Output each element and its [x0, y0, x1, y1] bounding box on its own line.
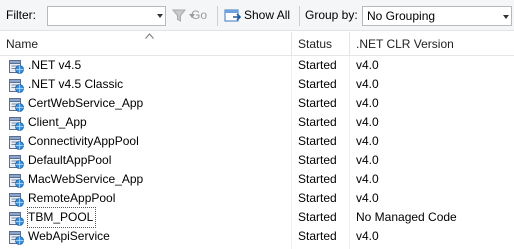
- app-pool-name: CertWebService_App: [28, 96, 144, 110]
- column-header-status[interactable]: Status: [292, 32, 349, 55]
- status-cell: Started: [298, 58, 337, 72]
- toolbar-divider: [299, 6, 300, 26]
- filter-label: Filter:: [6, 8, 36, 22]
- column-header-clr-version[interactable]: .NET CLR Version: [350, 32, 514, 55]
- group-by-label: Group by:: [305, 8, 358, 22]
- app-pool-icon: [9, 193, 24, 207]
- clr-version-cell: v4.0: [356, 58, 379, 72]
- status-cell: Started: [298, 96, 337, 110]
- status-cell: Started: [298, 191, 337, 205]
- status-cell: Started: [298, 229, 337, 243]
- app-pool-icon: [9, 136, 24, 150]
- table-row[interactable]: ConnectivityAppPool Started v4.0: [0, 132, 514, 151]
- clr-version-cell: v4.0: [356, 153, 379, 167]
- app-pool-name: WebApiService: [28, 229, 110, 243]
- app-pool-icon: [9, 98, 24, 112]
- table-row[interactable]: TBM_POOL Started No Managed Code: [0, 207, 514, 228]
- app-pool-icon: [9, 155, 24, 169]
- table-row[interactable]: MacWebService_App Started v4.0: [0, 170, 514, 189]
- table-row[interactable]: .NET v4.5 Started v4.0: [0, 56, 514, 75]
- clr-version-cell: v4.0: [356, 77, 379, 91]
- status-cell: Started: [298, 172, 337, 186]
- filter-input[interactable]: [47, 6, 166, 26]
- toolbar-divider: [217, 6, 218, 26]
- filter-funnel-icon: [172, 9, 187, 22]
- go-label: Go: [191, 8, 208, 22]
- clr-version-cell: No Managed Code: [356, 210, 457, 224]
- filter-dropdown-chevron-icon[interactable]: [157, 14, 163, 18]
- app-pool-name: Client_App: [28, 115, 87, 129]
- column-header-row: Name Status .NET CLR Version: [0, 32, 514, 56]
- app-pool-icon: [9, 60, 24, 74]
- app-pool-name: ConnectivityAppPool: [28, 134, 139, 148]
- app-pool-icon: [9, 231, 24, 245]
- group-by-chevron-icon: [503, 15, 509, 19]
- clr-version-cell: v4.0: [356, 191, 379, 205]
- app-pool-name: .NET v4.5: [28, 58, 82, 72]
- table-row[interactable]: RemoteAppPool Started v4.0: [0, 189, 514, 208]
- app-pool-icon: [9, 212, 24, 226]
- table-row[interactable]: Client_App Started v4.0: [0, 113, 514, 132]
- status-cell: Started: [298, 134, 337, 148]
- filter-toolbar: Filter: Go Show All Group by: No Groupin…: [0, 0, 514, 31]
- status-cell: Started: [298, 153, 337, 167]
- app-pool-name: TBM_POOL: [26, 207, 97, 228]
- status-cell: Started: [298, 77, 337, 91]
- table-row[interactable]: DefaultAppPool Started v4.0: [0, 151, 514, 170]
- app-pool-icon: [9, 174, 24, 188]
- app-pool-name: .NET v4.5 Classic: [28, 77, 124, 91]
- table-row[interactable]: .NET v4.5 Classic Started v4.0: [0, 75, 514, 94]
- show-all-label: Show All: [244, 8, 291, 22]
- show-all-icon: [224, 9, 242, 22]
- app-pool-icon: [9, 117, 24, 131]
- clr-version-cell: v4.0: [356, 172, 379, 186]
- go-button[interactable]: Go: [170, 0, 210, 31]
- table-row[interactable]: CertWebService_App Started v4.0: [0, 94, 514, 113]
- app-pool-name: MacWebService_App: [28, 172, 144, 186]
- show-all-button[interactable]: Show All: [224, 0, 294, 31]
- clr-version-cell: v4.0: [356, 115, 379, 129]
- clr-version-cell: v4.0: [356, 96, 379, 110]
- group-by-value: No Grouping: [367, 9, 436, 23]
- table-row[interactable]: WebApiService Started v4.0: [0, 227, 514, 246]
- app-pool-name: DefaultAppPool: [28, 153, 112, 167]
- app-pool-icon: [9, 79, 24, 93]
- clr-version-cell: v4.0: [356, 229, 379, 243]
- group-by-select[interactable]: No Grouping: [362, 6, 512, 26]
- status-cell: Started: [298, 210, 337, 224]
- status-cell: Started: [298, 115, 337, 129]
- app-pool-name: RemoteAppPool: [28, 191, 116, 205]
- clr-version-cell: v4.0: [356, 134, 379, 148]
- column-header-name[interactable]: Name: [0, 32, 291, 55]
